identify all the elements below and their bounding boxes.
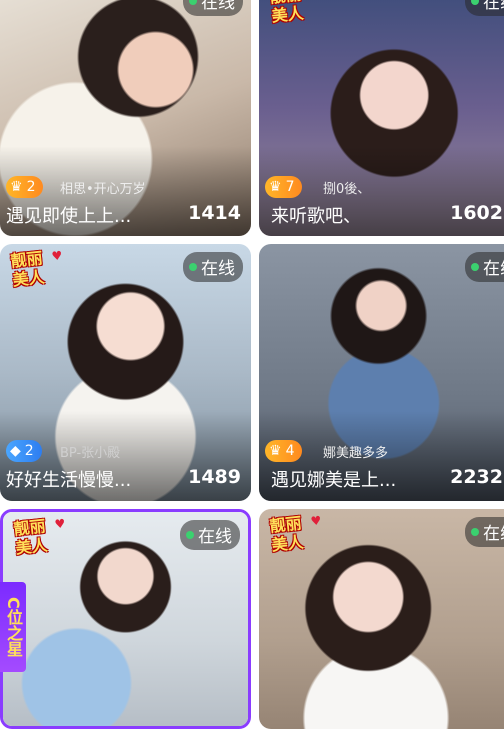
crown-icon: ♛ [269,179,282,195]
stream-card-1[interactable]: 在线 ♛ 2 相思•开心万岁 遇见即使上上... 1414 [0,0,251,236]
crown-icon: ♛ [269,443,282,459]
diamond-icon: ◆ [10,443,21,459]
online-dot-icon [186,530,194,539]
online-status-badge: 在线 [183,252,243,282]
creator-name: BP-张小殿 [60,446,121,461]
stream-card-3[interactable]: 靓丽 美人 ♥ 在线 ◆ 2 BP-张小殿 好好生活慢慢... 1489 [0,244,251,501]
beauty-badge-icon: 靓丽美人♥ [268,513,323,555]
creator-name: 相思•开心万岁 [60,182,146,197]
online-dot-icon [471,262,479,271]
stream-title: 遇见即使上上... [6,206,132,227]
level-badge: ♛ 2 [6,176,44,198]
beauty-badge-icon: 靓丽美人♥ [12,516,67,558]
viewer-count: 2232 [450,466,503,488]
online-dot-icon [471,0,479,5]
viewer-count: 1414 [188,202,241,224]
online-dot-icon [471,527,479,536]
online-status-badge: 在线 [180,520,240,550]
online-status-badge: 在线 [465,0,504,16]
online-dot-icon [189,262,197,271]
online-status-badge: 在线 [465,252,504,282]
online-status-badge: 在线 [183,0,243,16]
viewer-count: 1489 [188,466,241,488]
stream-card-2[interactable]: 靓丽美人♥ 在线 ♛ 7 捌0後、 来听歌吧、 1602 [259,0,504,236]
level-badge: ♛ 7 [265,176,303,198]
stream-title: 好好生活慢慢... [6,470,132,491]
stream-card-6[interactable]: 靓丽美人♥ 在线 [259,509,504,729]
creator-name: 捌0後、 [323,182,371,197]
online-status-badge: 在线 [465,517,504,547]
level-badge: ◆ 2 [6,440,42,462]
online-dot-icon [189,0,197,5]
stream-title: 遇见娜美是上... [271,470,397,491]
level-badge: ♛ 4 [265,440,303,462]
c-position-star-label: C位之星 [0,582,26,672]
crown-icon: ♛ [10,179,23,195]
stream-title: 来听歌吧、 [271,206,361,227]
creator-name: 娜美趣多多 [323,446,389,461]
beauty-badge-icon: 靓丽美人♥ [9,248,64,290]
beauty-badge-icon: 靓丽美人♥ [269,0,305,26]
stream-card-4[interactable]: 在线 ♛ 4 娜美趣多多 遇见娜美是上... 2232 [259,244,504,501]
stream-card-5[interactable]: 靓丽 美人 ♥ 在线 [0,509,251,729]
viewer-count: 1602 [450,202,503,224]
